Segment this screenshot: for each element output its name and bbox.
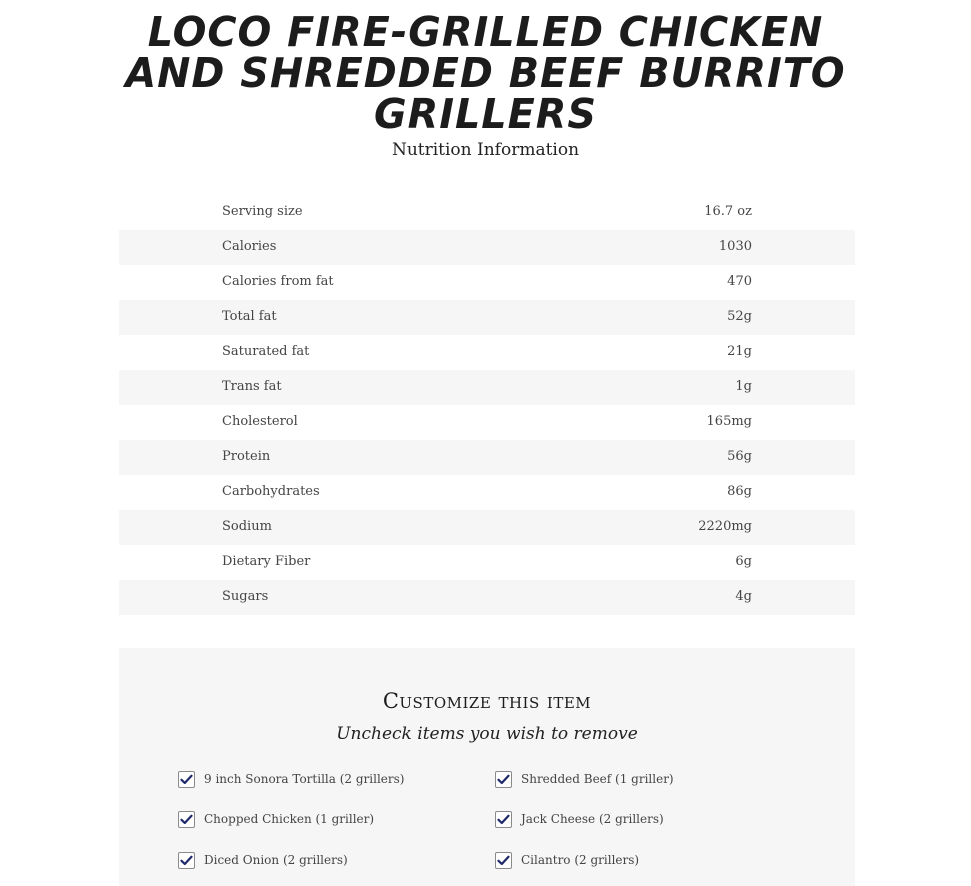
nutrition-label: Total fat (222, 309, 277, 324)
nutrition-value: 56g (727, 449, 752, 464)
ingredient-checkbox[interactable] (495, 851, 512, 869)
product-title-line-1: LOCO FIRE-GRILLED CHICKEN (147, 8, 824, 56)
customize-panel: Customize this item Uncheck items you wi… (119, 648, 855, 886)
ingredient-label: Shredded Beef (1 griller) (521, 772, 674, 786)
ingredient-label: Chopped Chicken (1 griller) (204, 812, 375, 826)
nutrition-value: 86g (727, 484, 752, 499)
nutrition-value: 21g (727, 344, 752, 359)
nutrition-label: Sodium (222, 519, 272, 534)
ingredient-checkbox[interactable] (495, 810, 512, 828)
ingredient-label: Jack Cheese (2 grillers) (521, 812, 664, 826)
nutrition-row-total-fat: Total fat 52g (119, 300, 855, 335)
product-title: LOCO FIRE-GRILLED CHICKEN AND SHREDDED B… (15, 12, 957, 135)
nutrition-label: Carbohydrates (222, 484, 320, 499)
customize-instruction: Uncheck items you wish to remove (336, 724, 638, 744)
ingredient-option-sonora-tortilla[interactable]: 9 inch Sonora Tortilla (2 grillers) (178, 769, 404, 789)
nutrition-value: 6g (735, 554, 752, 569)
nutrition-row-dietary-fiber: Dietary Fiber 6g (119, 545, 855, 580)
nutrition-value: 52g (727, 309, 752, 324)
nutrition-row-protein: Protein 56g (119, 440, 855, 475)
ingredient-option-chopped-chicken[interactable]: Chopped Chicken (1 griller) (178, 809, 374, 829)
ingredient-checkbox[interactable] (178, 810, 195, 828)
nutrition-value: 2220mg (698, 519, 752, 534)
checkmark-icon (497, 814, 510, 824)
nutrition-row-cholesterol: Cholesterol 165mg (119, 405, 855, 440)
customize-heading: Customize this item (382, 689, 592, 713)
nutrition-value: 1030 (718, 239, 752, 254)
nutrition-row-sodium: Sodium 2220mg (119, 510, 855, 545)
checkmark-icon (180, 814, 193, 824)
nutrition-value: 16.7 oz (704, 204, 752, 219)
nutrition-label: Trans fat (222, 379, 282, 394)
ingredient-checkbox[interactable] (178, 770, 195, 788)
nutrition-label: Sugars (222, 589, 269, 604)
ingredient-option-diced-onion[interactable]: Diced Onion (2 grillers) (178, 850, 348, 870)
checkmark-icon (180, 855, 193, 865)
checkmark-icon (497, 855, 510, 865)
nutrition-value: 1g (735, 379, 752, 394)
ingredient-checkbox[interactable] (178, 851, 195, 869)
nutrition-label: Calories (222, 239, 277, 254)
nutrition-subtitle: Nutrition Information (391, 140, 580, 160)
nutrition-row-saturated-fat: Saturated fat 21g (119, 335, 855, 370)
ingredient-checkbox[interactable] (495, 770, 512, 788)
nutrition-row-calories-from-fat: Calories from fat 470 (119, 265, 855, 300)
nutrition-row-trans-fat: Trans fat 1g (119, 370, 855, 405)
nutrition-value: 4g (735, 589, 752, 604)
nutrition-label: Calories from fat (222, 274, 334, 289)
ingredient-label: Diced Onion (2 grillers) (204, 853, 348, 867)
nutrition-label: Dietary Fiber (222, 554, 311, 569)
nutrition-label: Serving size (222, 204, 303, 219)
nutrition-table: Serving size 16.7 oz Calories 1030 Calor… (119, 195, 855, 615)
ingredient-label: 9 inch Sonora Tortilla (2 grillers) (204, 772, 405, 786)
nutrition-row-sugars: Sugars 4g (119, 580, 855, 615)
nutrition-label: Protein (222, 449, 271, 464)
nutrition-label: Saturated fat (222, 344, 310, 359)
nutrition-value: 470 (727, 274, 752, 289)
checkmark-icon (497, 774, 510, 784)
product-title-line-2: AND SHREDDED BEEF BURRITO (125, 49, 846, 97)
nutrition-row-calories: Calories 1030 (119, 230, 855, 265)
ingredient-option-jack-cheese[interactable]: Jack Cheese (2 grillers) (495, 809, 664, 829)
nutrition-row-carbohydrates: Carbohydrates 86g (119, 475, 855, 510)
nutrition-label: Cholesterol (222, 414, 298, 429)
ingredient-option-shredded-beef[interactable]: Shredded Beef (1 griller) (495, 769, 674, 789)
product-title-line-3: GRILLERS (374, 90, 597, 138)
checkmark-icon (180, 774, 193, 784)
nutrition-value: 165mg (706, 414, 752, 429)
ingredient-option-cilantro[interactable]: Cilantro (2 grillers) (495, 850, 639, 870)
nutrition-row-serving-size: Serving size 16.7 oz (119, 195, 855, 230)
ingredient-label: Cilantro (2 grillers) (521, 853, 640, 867)
